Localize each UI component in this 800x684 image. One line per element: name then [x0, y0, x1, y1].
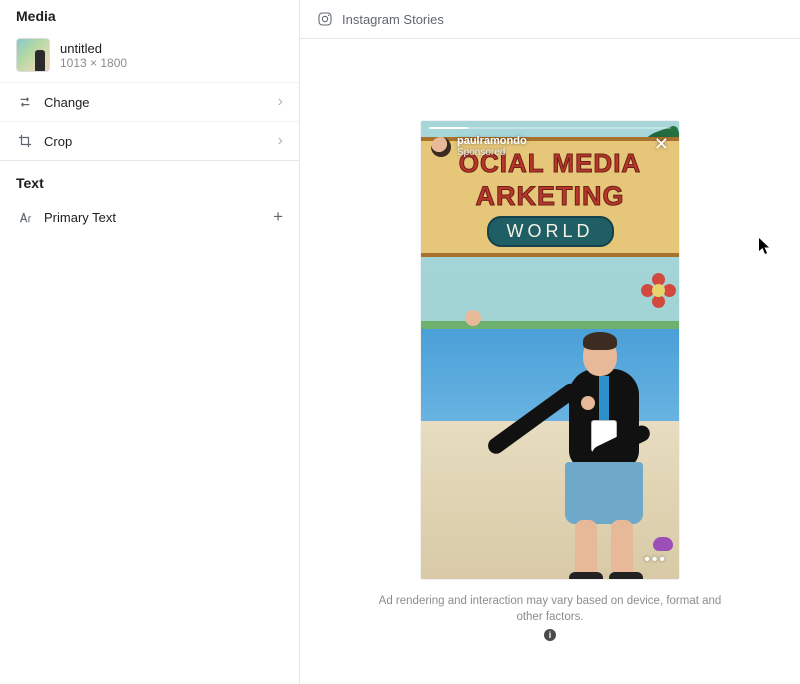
change-label: Change: [44, 95, 268, 110]
change-media-button[interactable]: Change ›: [0, 82, 299, 121]
story-preview[interactable]: OCIAL MEDIA ARKETING WORLD: [421, 121, 679, 579]
instagram-icon: [316, 10, 334, 28]
media-title: untitled: [60, 41, 127, 56]
media-item[interactable]: untitled 1013 × 1800: [0, 30, 299, 82]
preview-disclaimer: Ad rendering and interaction may vary ba…: [370, 593, 730, 641]
story-progress-bar: [429, 127, 671, 129]
text-section: Text Primary Text +: [0, 161, 299, 237]
story-user-row[interactable]: paulramondo Sponsored: [431, 135, 527, 158]
swap-icon: [16, 93, 34, 111]
preview-header: Instagram Stories: [300, 0, 800, 39]
preview-header-label: Instagram Stories: [342, 12, 444, 27]
close-icon[interactable]: ✕: [654, 135, 669, 153]
primary-text-label: Primary Text: [44, 210, 263, 225]
info-icon[interactable]: i: [544, 629, 556, 641]
crop-media-button[interactable]: Crop ›: [0, 121, 299, 160]
primary-text-button[interactable]: Primary Text +: [0, 197, 299, 237]
text-header: Text: [0, 161, 299, 197]
disclaimer-text: Ad rendering and interaction may vary ba…: [370, 593, 730, 625]
plus-icon: +: [273, 207, 283, 227]
text-icon: [16, 208, 34, 226]
sidebar: Media untitled 1013 × 1800 Change ›: [0, 0, 300, 684]
preview-pane: Instagram Stories OCIAL MEDIA ARKETING W…: [300, 0, 800, 684]
more-icon[interactable]: •••: [644, 551, 667, 569]
person-illustration: [517, 284, 667, 579]
media-section: Media untitled 1013 × 1800 Change ›: [0, 0, 299, 161]
story-username: paulramondo: [457, 135, 527, 147]
crop-label: Crop: [44, 134, 268, 149]
preview-body: OCIAL MEDIA ARKETING WORLD: [300, 39, 800, 684]
sign-line2: ARKETING: [476, 181, 625, 212]
chevron-right-icon: ›: [278, 132, 283, 150]
avatar: [431, 137, 451, 157]
media-dimensions: 1013 × 1800: [60, 56, 127, 70]
media-meta: untitled 1013 × 1800: [60, 41, 127, 70]
story-sponsored-label: Sponsored: [457, 147, 527, 158]
media-thumbnail: [16, 38, 50, 72]
crop-icon: [16, 132, 34, 150]
media-header: Media: [0, 0, 299, 30]
sign-ribbon: WORLD: [487, 216, 614, 247]
chevron-right-icon: ›: [278, 93, 283, 111]
